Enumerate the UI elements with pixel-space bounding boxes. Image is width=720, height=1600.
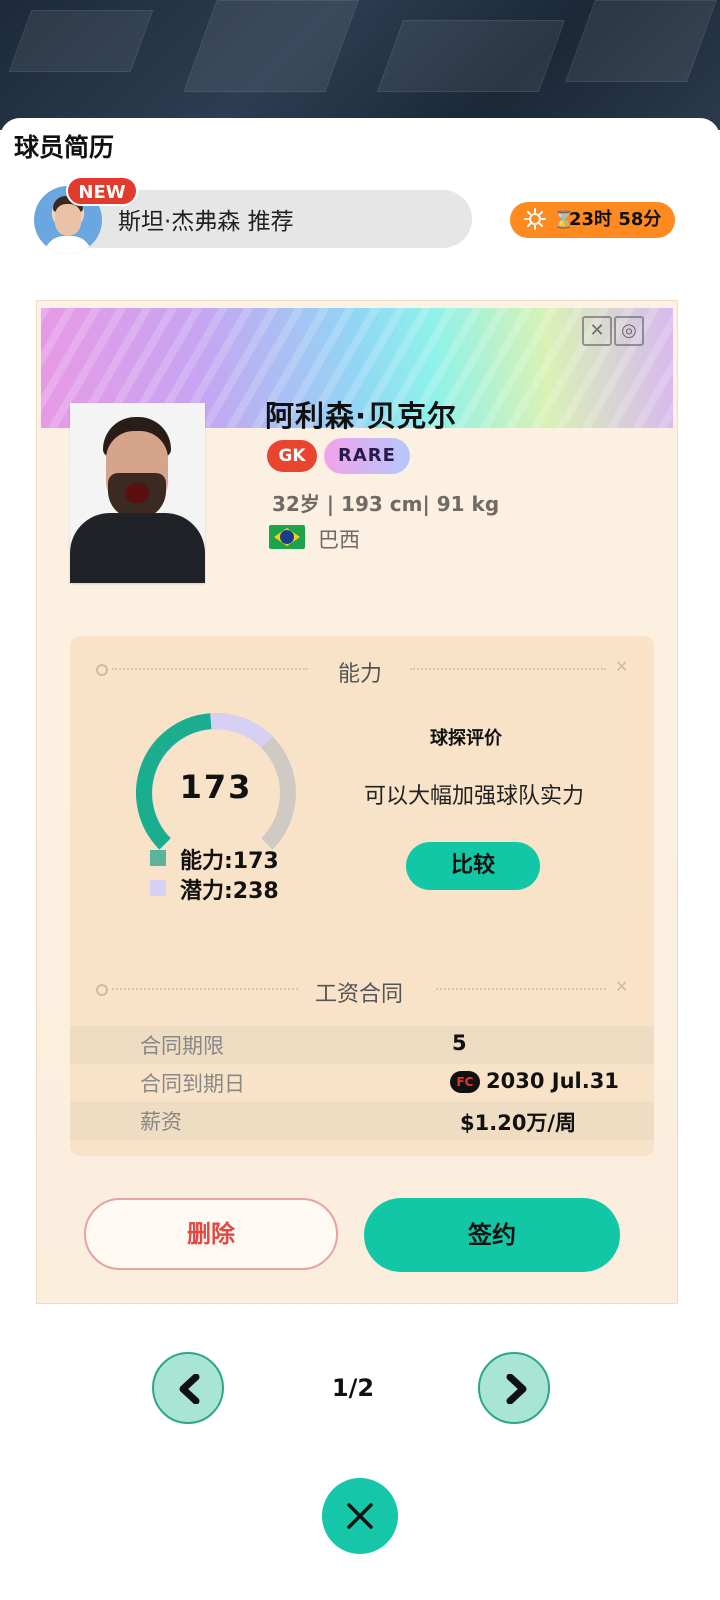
expiry-timer: ⌛ 23时 58分 [510,202,675,238]
page-indicator: 1/2 [331,1374,375,1402]
brazil-flag-icon [269,525,305,549]
brand-icon: ✕ [582,316,612,346]
contract-value: 2030 Jul.31 [486,1069,619,1093]
section-divider [436,988,606,992]
ability-legend: 能力:173 [180,849,279,874]
section-dot [96,984,108,996]
sign-button[interactable]: 签约 [364,1198,620,1272]
sun-icon [524,208,546,230]
delete-button[interactable]: 删除 [84,1198,338,1270]
ability-value: 173 [179,768,253,806]
scout-evaluation: 可以大幅加强球队实力 [364,784,585,809]
ball-icon: ◎ [614,316,644,346]
contract-value: $1.20万/周 [460,1111,577,1135]
timer-text: 23时 58分 [569,209,662,230]
section-dot [96,664,108,676]
rarity-badge: RARE [324,438,410,474]
contract-value: 5 [452,1031,467,1055]
contract-row: 合同到期日 FC 2030 Jul.31 [70,1064,654,1102]
section-divider [112,668,308,672]
contract-row: 薪资 $1.20万/周 [70,1102,654,1140]
potential-legend-swatch [150,880,166,896]
position-badge: GK [267,440,317,472]
section-divider [112,988,298,992]
player-name: 阿利森·贝克尔 [265,399,458,433]
recommendation-text: 斯坦·杰弗森 推荐 [118,209,294,235]
potential-legend: 潜力:238 [180,879,279,904]
contract-key: 合同到期日 [140,1072,245,1096]
player-country: 巴西 [318,528,360,552]
contract-row: 合同期限 5 [70,1026,654,1064]
next-button[interactable] [478,1352,550,1424]
background-map [0,0,720,130]
close-icon [347,1503,373,1529]
page-title: 球员简历 [14,133,115,162]
contract-section-title: 工资合同 [315,982,404,1007]
chevron-right-icon [506,1374,527,1404]
close-button[interactable] [322,1478,398,1554]
contract-key: 薪资 [140,1110,182,1134]
ability-section-title: 能力 [338,662,383,687]
previous-button[interactable] [152,1352,224,1424]
section-divider [410,668,606,672]
close-small-icon: ✕ [615,977,629,996]
compare-button[interactable]: 比较 [406,842,540,890]
card-brand-icons: ✕ ◎ [582,316,648,348]
scout-title: 球探评价 [430,728,502,749]
close-small-icon: ✕ [615,657,629,676]
chevron-left-icon [179,1374,200,1404]
club-logo-icon: FC [450,1071,480,1093]
contract-key: 合同期限 [140,1034,224,1058]
player-physical-info: 32岁 | 193 cm| 91 kg [272,492,500,516]
player-photo [70,403,205,583]
ability-legend-swatch [150,850,166,866]
